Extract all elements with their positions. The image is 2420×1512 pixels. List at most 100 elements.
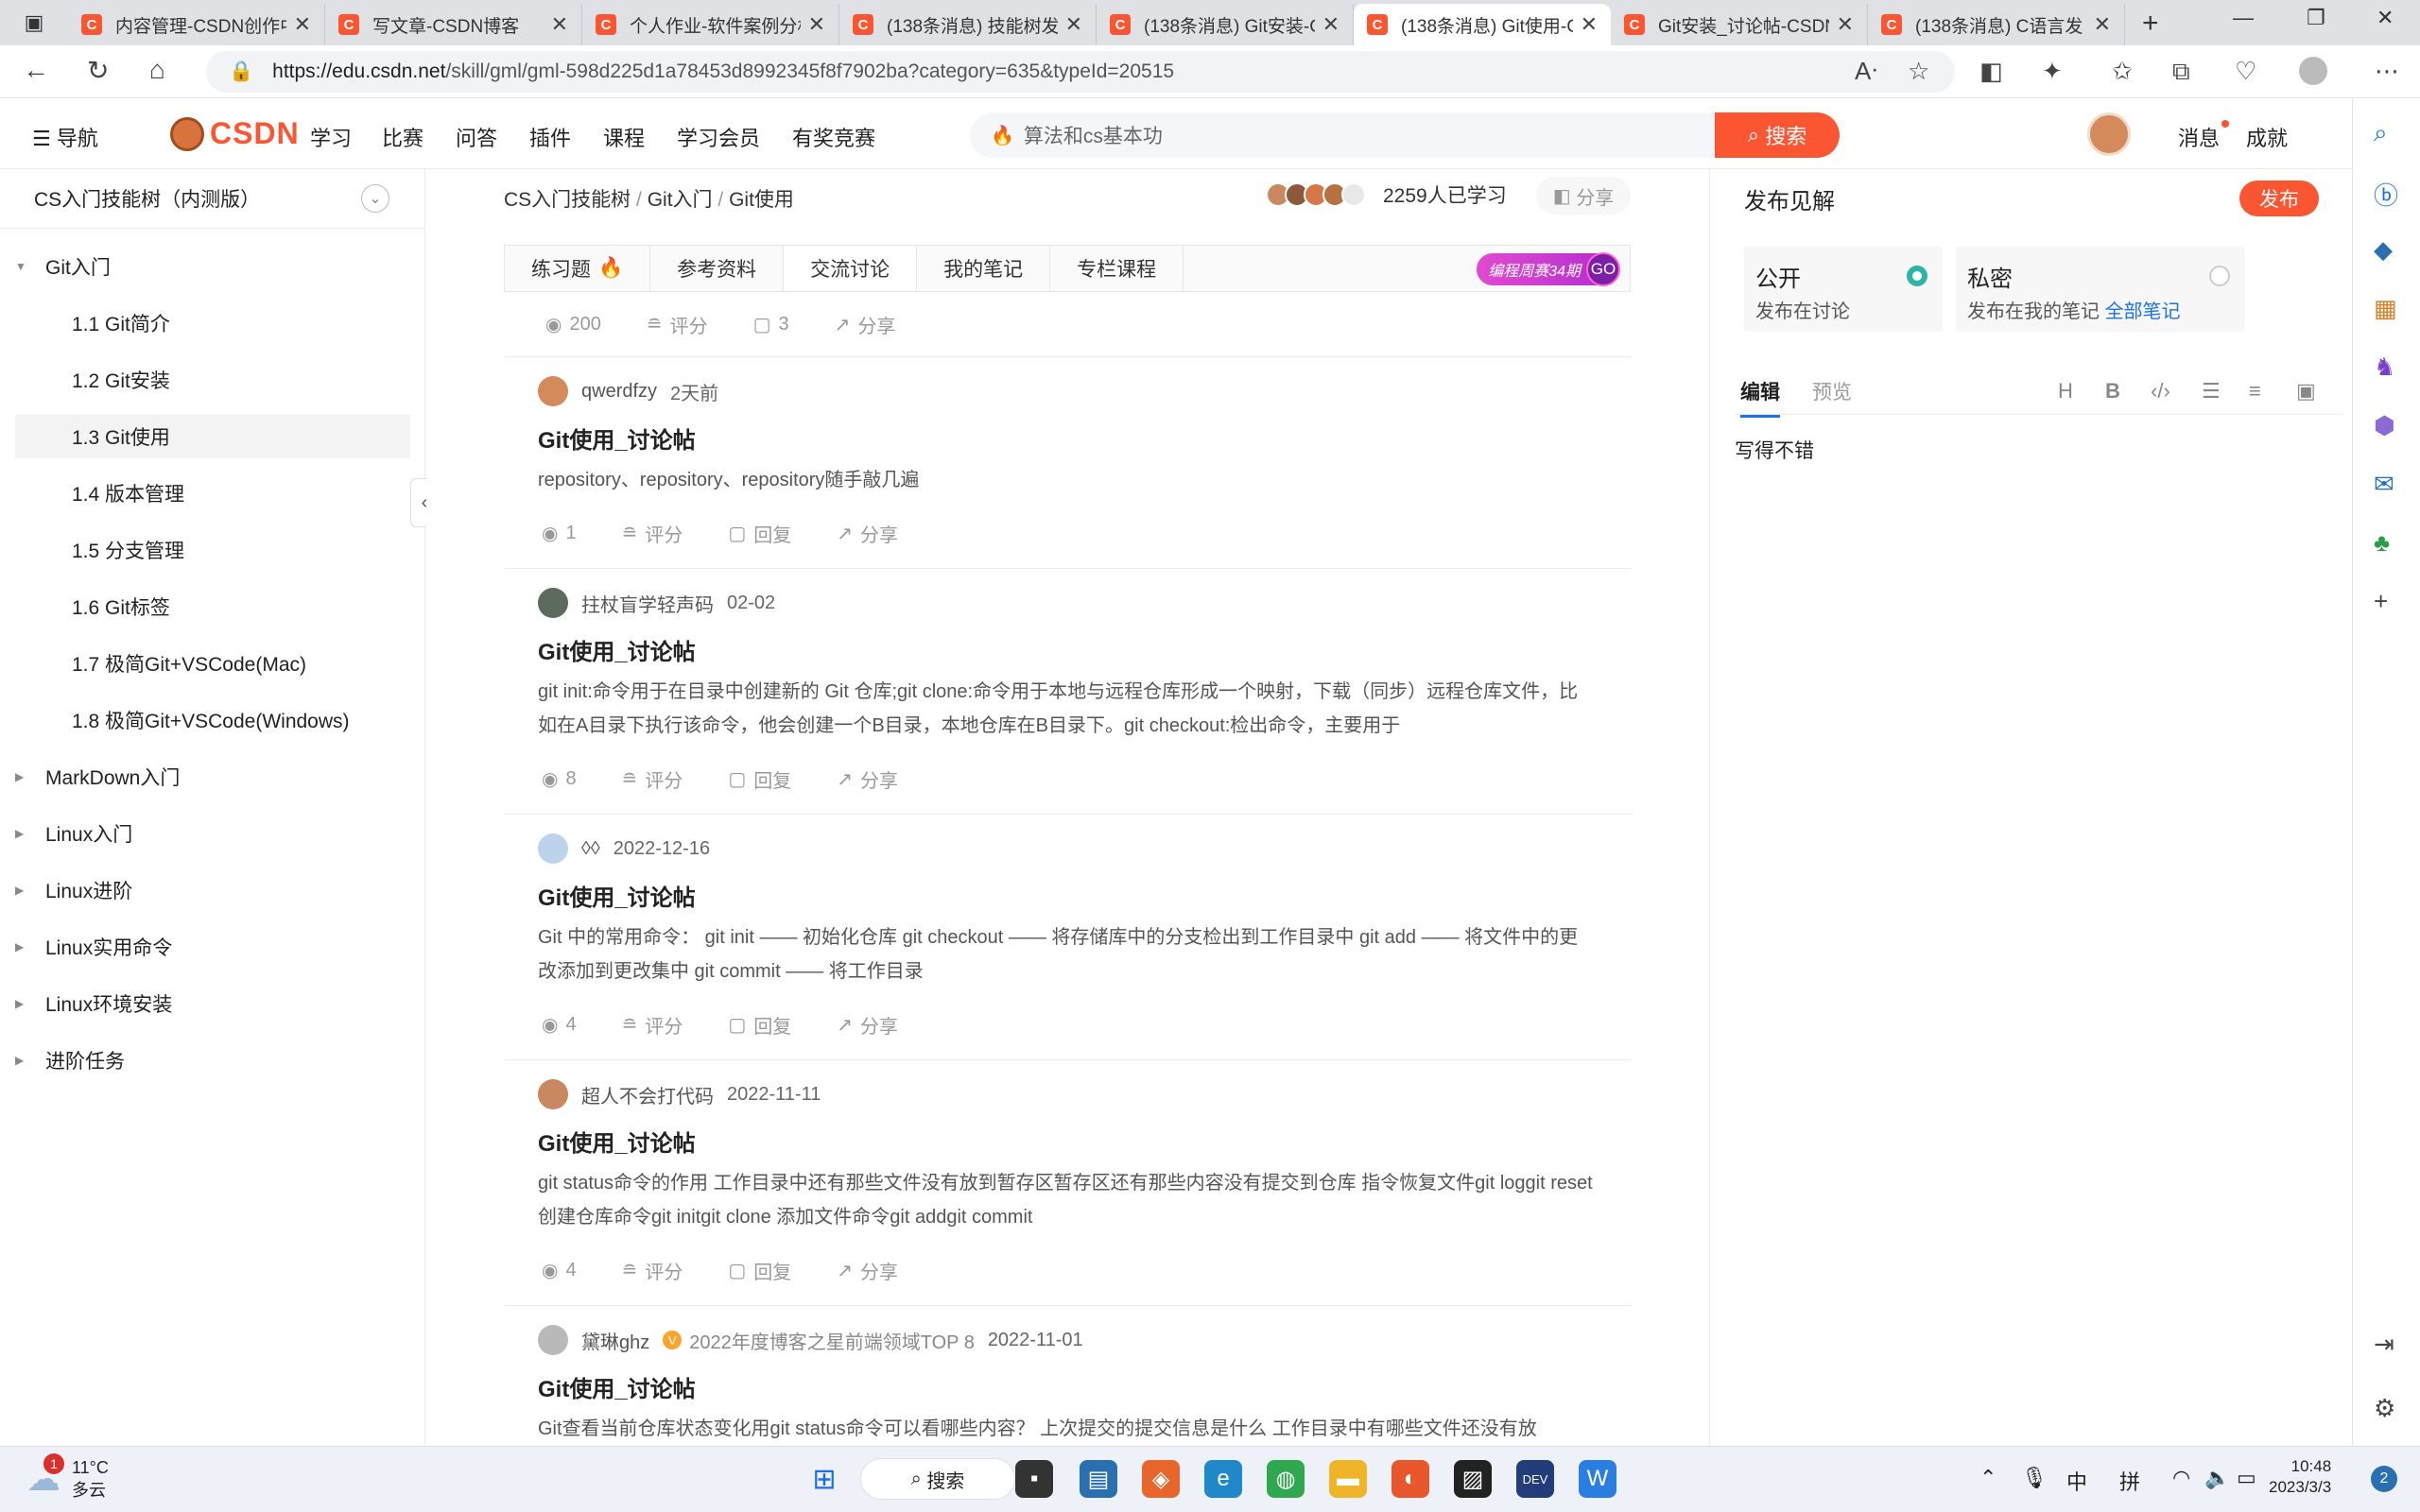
menu-qa[interactable]: 问答 [456,122,497,152]
search-button[interactable]: ⌕ 搜索 [1715,112,1840,158]
weekly-contest-badge[interactable]: 编程周赛34期 GO [1477,252,1620,286]
post-title[interactable]: Git使用_讨论帖 [538,633,696,666]
author-avatar[interactable] [538,1325,568,1355]
menu-contest[interactable]: 比赛 [382,122,424,152]
rate-button[interactable]: ≘ 评分 [622,1257,683,1284]
office-icon[interactable]: ⬢ [2374,411,2395,440]
hide-sidebar-icon[interactable]: ⇥ [2374,1330,2394,1359]
tools-icon[interactable]: ▦ [2374,294,2397,323]
browser-tab[interactable]: C 个人作业-软件案例分析 ✕ [582,4,839,45]
browser-tab-active[interactable]: C (138条消息) Git使用-C ✕ [1354,4,1611,45]
browser-tab[interactable]: C (138条消息) 技能树发布 ✕ [839,4,1097,45]
tab-discussion[interactable]: 交流讨论 [784,246,918,291]
notification-badge[interactable]: 2 [2371,1466,2397,1492]
menu-learn[interactable]: 学习 [310,122,352,152]
refresh-icon[interactable]: ↻ [87,55,109,86]
minimize-icon[interactable]: — [2233,6,2254,30]
author-name[interactable]: qwerdfzy [581,381,657,403]
games-icon[interactable]: ♞ [2374,352,2395,382]
tree-item[interactable]: 1.6 Git标签 [15,585,410,628]
close-tab-icon[interactable]: ✕ [1837,12,1854,37]
tab-exercises[interactable]: 练习题 🔥 [505,246,651,291]
outlook-icon[interactable]: ✉ [2374,470,2394,499]
breadcrumb-item[interactable]: CS入门技能树 [504,189,631,211]
microphone-icon[interactable]: 🎙 [2021,1466,2048,1490]
reply-count[interactable]: ▢ 3 [753,311,789,338]
author-name[interactable]: 超人不会打代码 [581,1081,714,1108]
favorites-icon[interactable]: ✩ [2112,57,2133,86]
share-post-button[interactable]: ↗ 分享 [837,765,898,793]
file-explorer-icon[interactable]: ▬ [1329,1460,1367,1498]
achievements-link[interactable]: 成就 [2246,122,2288,152]
share-post-button[interactable]: ↗ 分享 [837,1011,898,1039]
chevron-up-icon[interactable]: ⌃ [1979,1466,1996,1490]
nav-menu-button[interactable]: ☰ 导航 [32,122,98,152]
share-button[interactable]: ◧ 分享 [1536,177,1631,215]
post-title[interactable]: Git使用_讨论帖 [538,1125,696,1158]
close-tab-icon[interactable]: ✕ [808,12,825,37]
bing-icon[interactable]: ⓑ [2374,177,2398,212]
tree-item[interactable]: 1.1 Git简介 [15,301,410,345]
user-avatar[interactable] [2087,112,2131,156]
task-view-icon[interactable]: ▪ [1015,1460,1053,1498]
option-private[interactable]: 私密 发布在我的笔记 全部笔记 [1956,247,2245,332]
reply-button[interactable]: ▢ 回复 [728,1011,791,1039]
jetbrains-icon[interactable]: ▨ [1454,1460,1492,1498]
editor-content[interactable]: 写得不错 [1735,436,1814,464]
rate-button[interactable]: ≘ 评分 [622,520,683,547]
tree-item[interactable]: 1.4 版本管理 [15,472,410,515]
browser-tab[interactable]: C Git安装_讨论帖-CSDN ✕ [1611,4,1868,45]
reply-button[interactable]: ▢ 回复 [728,520,791,547]
discussion-post[interactable]: ◊◊ 2022-12-16 Git使用_讨论帖 Git 中的常用命令： git ini… [504,814,1631,1059]
collections-icon[interactable]: ⧉ [2172,57,2190,87]
rate-button[interactable]: ≘ 评分 [647,311,708,338]
puzzle-icon[interactable]: ✦ [2042,57,2063,86]
rate-button[interactable]: ≘ 评分 [622,1011,683,1039]
menu-prize[interactable]: 有奖竞赛 [792,122,875,152]
store-icon[interactable]: ▤ [1080,1460,1117,1498]
windows-start-icon[interactable]: ⊞ [805,1460,843,1498]
tree-item[interactable]: 1.8 极简Git+VSCode(Windows) [15,698,410,742]
post-title[interactable]: Git使用_讨论帖 [538,421,696,455]
chevron-down-icon[interactable]: ⌄ [361,184,389,213]
tree-item[interactable]: ▶ Linux环境安装 [15,982,410,1025]
ime-pinyin[interactable]: 拼 [2119,1466,2140,1496]
ordered-list-icon[interactable]: ≡ [2249,379,2261,404]
battery-icon[interactable]: ▭ [2237,1466,2256,1490]
tab-columns[interactable]: 专栏课程 [1050,246,1184,291]
wps-icon[interactable]: W [1579,1460,1616,1498]
messages-link[interactable]: 消息 [2178,122,2220,152]
share-post-button[interactable]: ↗ 分享 [835,311,896,338]
author-name[interactable]: 黛琳ghz [581,1327,649,1354]
taskbar-search[interactable]: ⌕ 搜索 [860,1458,1015,1500]
tree-item[interactable]: 1.7 极简Git+VSCode(Mac) [15,642,410,685]
menu-vip[interactable]: 学习会员 [677,122,760,152]
close-tab-icon[interactable]: ✕ [1065,12,1082,37]
option-public[interactable]: 公开 发布在讨论 [1744,247,1943,332]
tab-notes[interactable]: 我的笔记 [917,246,1051,291]
tree-item[interactable]: 1.5 分支管理 [15,528,410,572]
home-icon[interactable]: ⌂ [149,55,165,85]
tab-references[interactable]: 参考资料 [650,246,785,291]
code-icon[interactable]: ‹/› [2151,379,2170,404]
ime-mode[interactable]: 中 [2066,1466,2087,1496]
publish-button[interactable]: 发布 [2239,180,2319,216]
tree-item[interactable]: ▶ Linux入门 [15,812,410,855]
clock[interactable]: 10:48 2023/3/3 [2269,1456,2331,1498]
discussion-post[interactable]: 超人不会打代码 2022-11-11 Git使用_讨论帖 git status命令的作… [504,1059,1631,1305]
all-notes-link[interactable]: 全部笔记 [2105,301,2181,322]
close-tab-icon[interactable]: ✕ [551,12,568,37]
shopping-tag-icon[interactable]: ◆ [2374,235,2393,265]
tree-item[interactable]: ▶ MarkDown入门 [15,755,410,799]
post-title[interactable]: Git使用_讨论帖 [538,879,696,912]
new-tab-button[interactable]: + [2142,8,2159,40]
author-name[interactable]: 拄杖盲学轻声码 [581,590,714,617]
devcpp-icon[interactable]: DEV [1516,1460,1554,1498]
weather-widget[interactable]: ☁ 1 11°C 多云 [26,1453,109,1502]
discussion-post[interactable]: 黛琳ghz V 2022年度博客之星前端领域TOP 8 2022-11-01 Git使用… [504,1305,1631,1446]
author-avatar[interactable] [538,833,568,864]
health-icon[interactable]: ♡ [2235,57,2256,86]
close-window-icon[interactable]: ✕ [2377,6,2394,30]
read-aloud-icon[interactable]: Aᐧ [1855,57,1877,86]
menu-plugin[interactable]: 插件 [529,122,571,152]
